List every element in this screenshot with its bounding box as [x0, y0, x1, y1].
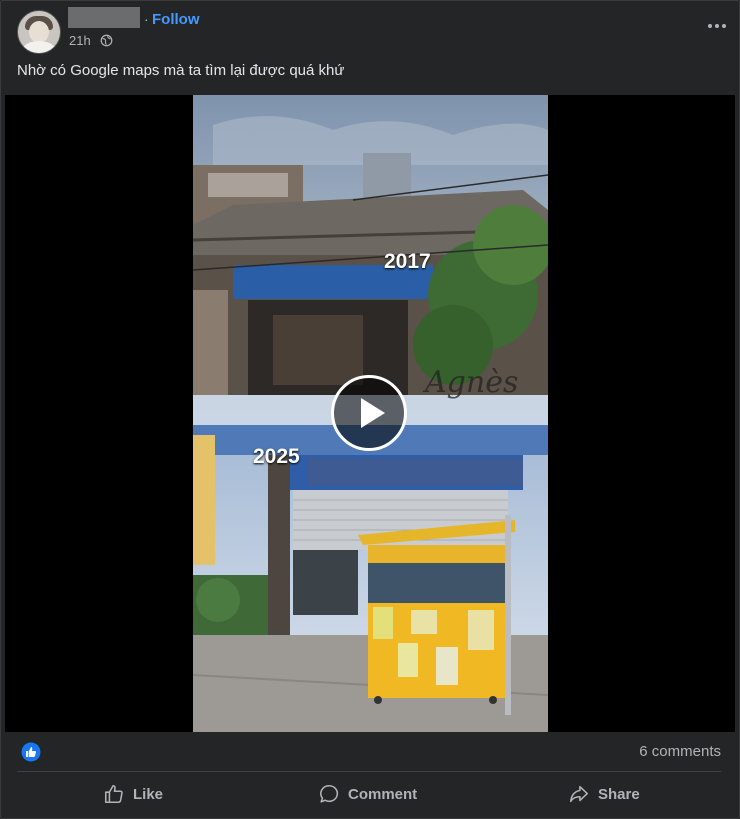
divider: [17, 771, 721, 772]
author-name-redacted[interactable]: [68, 7, 140, 28]
video-player[interactable]: 2017 2025 Agnès: [5, 95, 735, 732]
comments-count[interactable]: 6 comments: [639, 743, 721, 760]
separator-dot: ·: [144, 11, 149, 27]
comment-label: Comment: [348, 785, 418, 803]
year-label-2017: 2017: [384, 250, 431, 273]
like-button[interactable]: Like: [103, 778, 163, 810]
year-label-2025: 2025: [253, 445, 300, 468]
share-label: Share: [598, 785, 640, 803]
watermark-signature: Agnès: [425, 365, 519, 400]
thumbs-up-icon: [104, 784, 123, 804]
avatar[interactable]: [17, 10, 61, 54]
like-label: Like: [133, 785, 164, 803]
shop-sign-redacted: [307, 458, 523, 486]
more-options-icon[interactable]: [703, 16, 731, 36]
follow-button[interactable]: Follow: [152, 11, 200, 28]
post-header: · Follow 21h: [17, 7, 727, 54]
globe-icon: [100, 34, 113, 47]
comment-bubble-icon: [320, 784, 339, 803]
play-button[interactable]: [331, 375, 407, 451]
play-icon: [361, 398, 385, 428]
comment-button[interactable]: Comment: [318, 778, 417, 810]
share-arrow-icon: [569, 785, 589, 803]
share-button[interactable]: Share: [568, 778, 640, 810]
post-card: · Follow 21h Nhờ có Google maps mà ta tì…: [0, 0, 740, 819]
like-reaction-icon[interactable]: [21, 742, 41, 762]
post-caption: Nhờ có Google maps mà ta tìm lại được qu…: [17, 62, 345, 79]
post-timestamp[interactable]: 21h: [69, 33, 91, 48]
